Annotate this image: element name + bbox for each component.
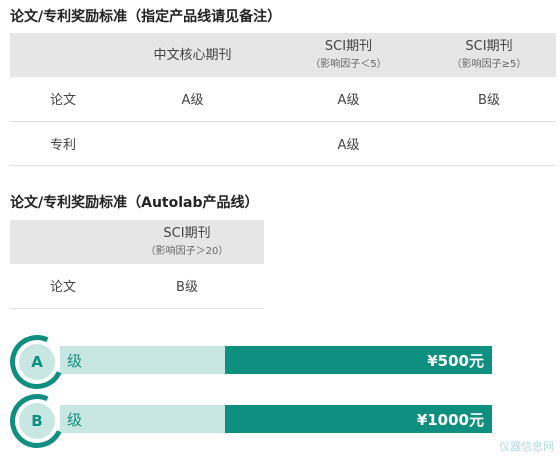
table-cell xyxy=(110,121,275,165)
autolab-reward-table: SCI期刊 （影响因子＞20） 论文 B级 xyxy=(10,220,264,309)
grade-badge: B xyxy=(19,403,55,439)
amount-bar: ¥500元 xyxy=(225,346,492,374)
table-cell: B级 xyxy=(478,93,500,109)
amount-bar: ¥1000元 xyxy=(225,405,492,433)
reward-bar-a: 级 ¥500元 A xyxy=(2,327,500,397)
header-cell-empty xyxy=(10,220,110,264)
row-label-paper: 论文 xyxy=(50,280,77,296)
reward-standard-table: 中文核心期刊 SCI期刊 （影响因子＜5） SCI期刊 （影响因子≥5） 论文 … xyxy=(10,33,556,166)
watermark: 仪器信息网 xyxy=(499,440,554,453)
grade-label-bar: 级 xyxy=(60,405,225,433)
section-title-general: 论文/专利奖励标准（指定产品线请见备注） xyxy=(10,9,282,25)
table-cell: A级 xyxy=(337,137,360,153)
grade-label-bar: 级 xyxy=(60,346,225,374)
header-cell-empty xyxy=(10,33,110,77)
reward-bar-b: 级 ¥1000元 B xyxy=(2,386,500,456)
header-cell-core-journal: 中文核心期刊 xyxy=(110,33,275,77)
grade-label: 级 xyxy=(67,411,83,429)
header-cell-sci-lt5: SCI期刊 （影响因子＜5） xyxy=(275,33,422,77)
row-label-patent: 专利 xyxy=(50,137,77,153)
reward-amount: ¥500元 xyxy=(427,352,484,370)
header-cell-sci-ge5: SCI期刊 （影响因子≥5） xyxy=(422,33,556,77)
table-row: 论文 B级 xyxy=(10,264,264,308)
table-header-row: SCI期刊 （影响因子＞20） xyxy=(10,220,264,264)
header-cell-sci-gt20: SCI期刊 （影响因子＞20） xyxy=(110,220,264,264)
table-cell: A级 xyxy=(181,93,204,109)
table-row: 专利 A级 xyxy=(10,121,556,165)
grade-badge: A xyxy=(19,344,55,380)
row-label-paper: 论文 xyxy=(50,93,77,109)
section-title-autolab: 论文/专利奖励标准（Autolab产品线） xyxy=(10,195,259,211)
table-cell: B级 xyxy=(176,280,198,296)
table-header-row: 中文核心期刊 SCI期刊 （影响因子＜5） SCI期刊 （影响因子≥5） xyxy=(10,33,556,77)
table-cell xyxy=(422,121,556,165)
table-row: 论文 A级 A级 B级 xyxy=(10,77,556,121)
grade-label: 级 xyxy=(67,352,83,370)
reward-amount: ¥1000元 xyxy=(416,411,484,429)
table-cell: A级 xyxy=(337,93,360,109)
